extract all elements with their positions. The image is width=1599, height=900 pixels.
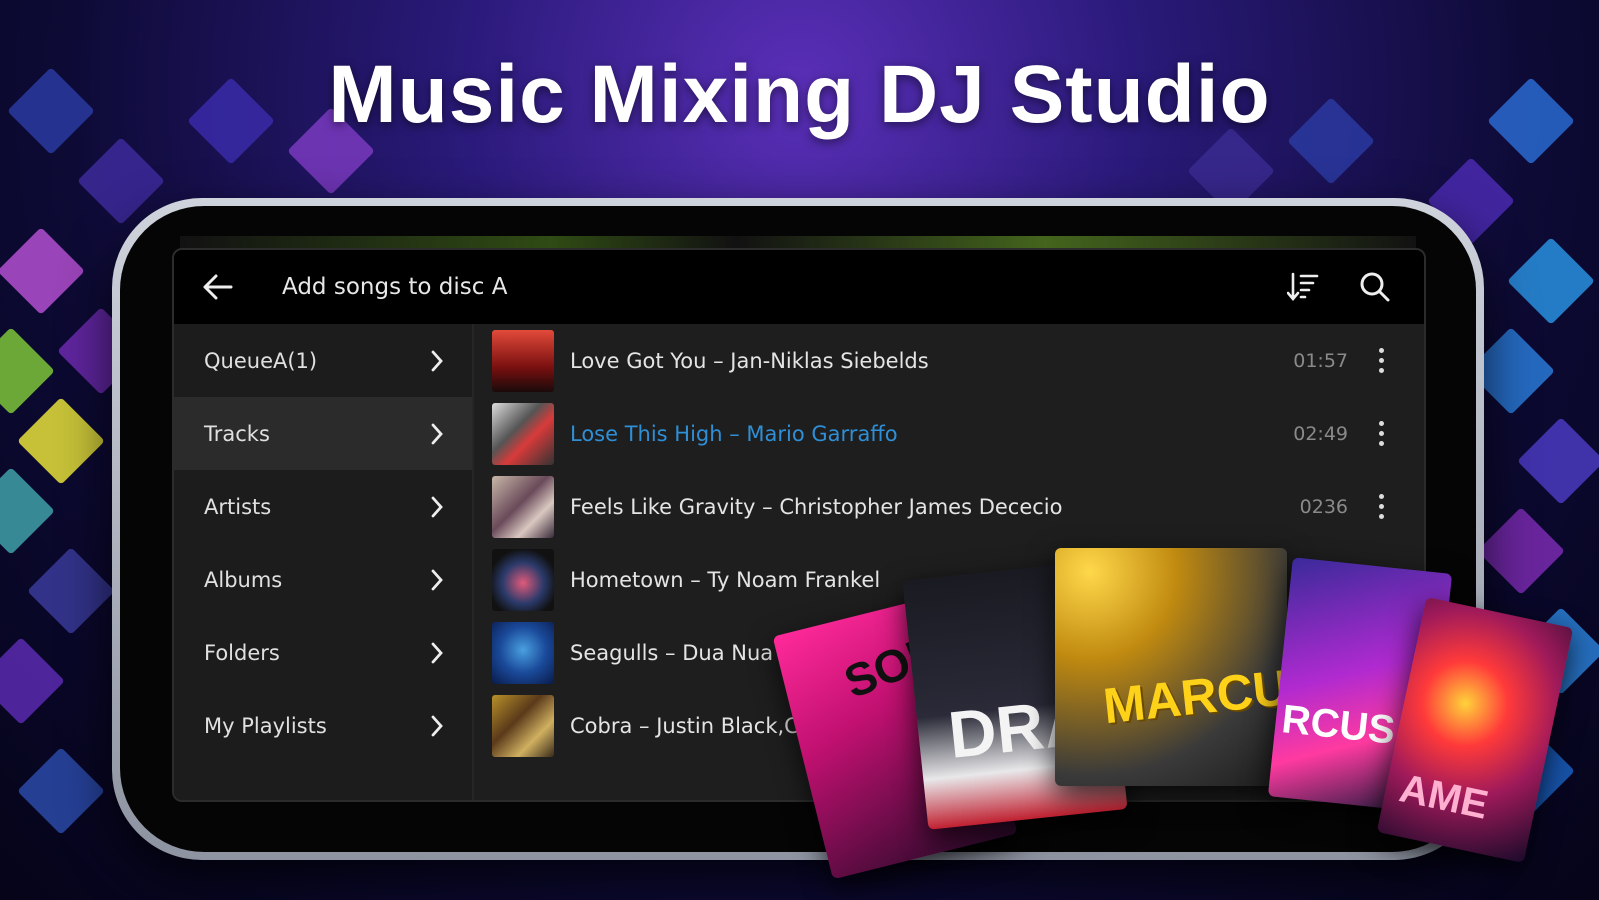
track-row[interactable]: Hometown – Ty Noam Frankel [474,543,1424,616]
chevron-right-icon [431,569,443,590]
track-title: Feels Like Gravity – Christopher James D… [570,494,1063,519]
album-art [492,402,554,465]
headline: Music Mixing DJ Studio [328,49,1271,140]
chevron-right-icon [431,715,443,736]
chevron-right-icon [431,642,443,663]
track-title: Love Got You – Jan-Niklas Siebelds [570,348,929,373]
more-options-button[interactable] [1374,341,1388,381]
sidebar-item-label: Folders [204,640,280,665]
sidebar-item-my-playlists[interactable]: My Playlists [174,689,472,762]
dialog-title: Add songs to disc A [282,274,508,300]
chevron-right-icon [431,350,443,371]
more-options-button[interactable] [1374,414,1388,454]
add-songs-dialog: Add songs to disc A QueueA(1) Tracks Art… [172,248,1426,802]
sidebar-item-label: Tracks [204,421,270,446]
back-button[interactable] [198,267,238,307]
track-duration: 0236 [1299,495,1348,518]
track-row[interactable]: Cobra – Justin Black,C [474,689,1424,762]
sort-icon [1287,272,1319,302]
track-title: Lose This High – Mario Garraffo [570,421,898,446]
more-options-button[interactable] [1374,487,1388,527]
album-art [492,694,554,757]
chevron-right-icon [431,496,443,517]
track-row[interactable]: Love Got You – Jan-Niklas Siebelds 01:57 [474,324,1424,397]
sidebar-item-folders[interactable]: Folders [174,616,472,689]
track-row[interactable]: Lose This High – Mario Garraffo 02:49 [474,397,1424,470]
sidebar-item-tracks[interactable]: Tracks [174,397,472,470]
track-title: Cobra – Justin Black,C [570,713,799,738]
sidebar-item-label: Artists [204,494,272,519]
sidebar-item-artists[interactable]: Artists [174,470,472,543]
track-row[interactable]: Seagulls – Dua Nua [474,616,1424,689]
track-title: Hometown – Ty Noam Frankel [570,567,881,592]
sidebar-item-label: QueueA(1) [204,348,318,373]
track-title: Seagulls – Dua Nua [570,640,774,665]
sidebar-item-albums[interactable]: Albums [174,543,472,616]
album-art [492,329,554,392]
sidebar-item-queue[interactable]: QueueA(1) [174,324,472,397]
track-list: Love Got You – Jan-Niklas Siebelds 01:57… [474,324,1424,800]
track-duration: 02:49 [1293,422,1348,445]
dialog-header: Add songs to disc A [174,250,1424,324]
search-button[interactable] [1356,268,1394,306]
sidebar-item-label: My Playlists [204,713,327,738]
search-icon [1360,272,1390,302]
track-duration: 01:57 [1293,349,1348,372]
phone-frame: Add songs to disc A QueueA(1) Tracks Art… [112,198,1484,860]
chevron-right-icon [431,423,443,444]
album-art [492,548,554,611]
album-art [492,475,554,538]
sidebar-item-label: Albums [204,567,283,592]
sort-button[interactable] [1284,268,1322,306]
album-art [492,621,554,684]
category-sidebar: QueueA(1) Tracks Artists Albums Folders … [174,324,474,800]
arrow-left-icon [203,274,233,300]
track-row[interactable]: Feels Like Gravity – Christopher James D… [474,470,1424,543]
